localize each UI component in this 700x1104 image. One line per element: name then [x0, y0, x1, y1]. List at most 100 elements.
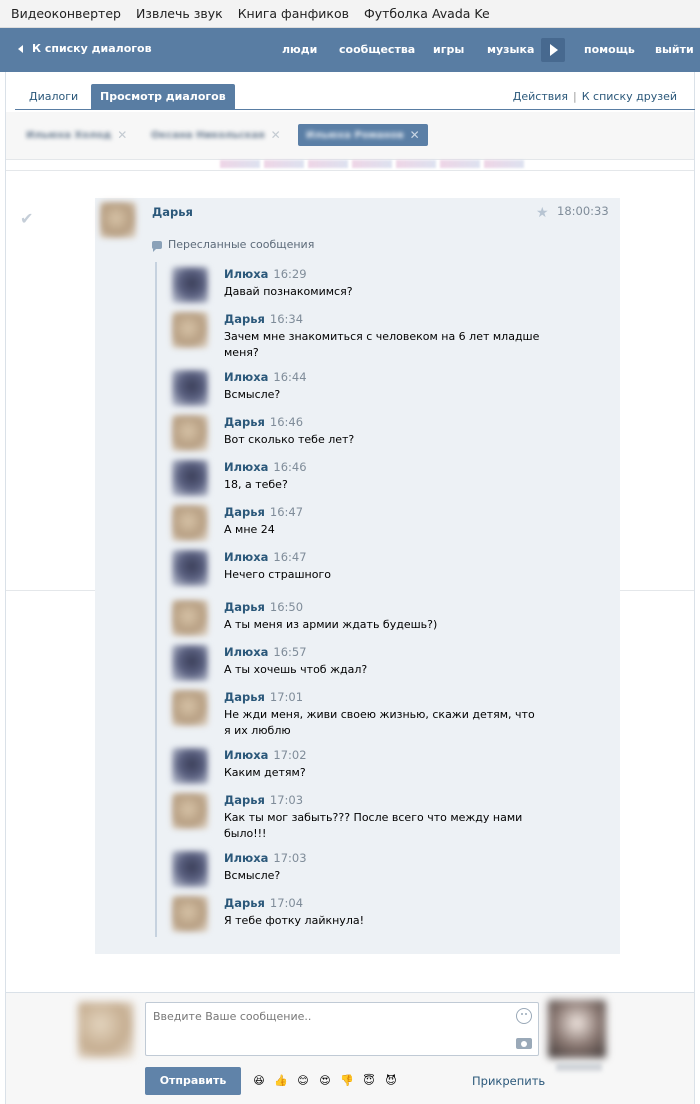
heart-eyes-emoji-icon[interactable]: 😍: [316, 1071, 334, 1089]
avatar[interactable]: [172, 793, 208, 829]
forwarded-text: А ты меня из армии ждать будешь?): [224, 618, 438, 631]
attach-link[interactable]: Прикрепить: [472, 1074, 545, 1088]
forwarded-author[interactable]: Дарья 17:01: [224, 690, 303, 704]
tab-view-dialogs[interactable]: Просмотр диалогов: [91, 84, 235, 110]
forwarded-line: [155, 262, 157, 937]
forwarded-text: Вот сколько тебе лет?: [224, 433, 355, 446]
smiley-icon[interactable]: [516, 1008, 532, 1024]
message-input[interactable]: Введите Ваше сообщение..: [145, 1002, 539, 1056]
close-icon[interactable]: ✕: [117, 128, 127, 142]
forwarded-text: Всмысле?: [224, 869, 281, 882]
devil-emoji-icon[interactable]: 😈: [382, 1071, 400, 1089]
avatar[interactable]: [172, 267, 208, 303]
avatar[interactable]: [100, 202, 136, 238]
my-avatar[interactable]: [78, 1002, 134, 1058]
tab-dialogs[interactable]: Диалоги: [20, 84, 87, 110]
forwarded-text: Всмысле?: [224, 388, 281, 401]
message-time: 18:00:33: [557, 204, 609, 218]
music-play-button[interactable]: [541, 38, 565, 62]
thumbs-down-emoji-icon[interactable]: 👎: [338, 1071, 356, 1089]
forwarded-text: А ты хочешь чтоб ждал?: [224, 663, 368, 676]
avatar[interactable]: [172, 370, 208, 406]
nav-communities[interactable]: сообщества: [339, 43, 415, 56]
chip-label: Ильюха Романов: [306, 129, 404, 141]
close-icon[interactable]: ✕: [271, 128, 281, 142]
back-to-dialogs-link[interactable]: К списку диалогов: [18, 42, 152, 55]
forwarded-author[interactable]: Илюха 16:47: [224, 550, 307, 564]
bookmark-item[interactable]: Книга фанфиков: [238, 6, 349, 21]
nav-music[interactable]: музыка: [487, 43, 534, 56]
forwarded-time: 16:46: [269, 415, 304, 429]
forwarded-time: 16:29: [273, 267, 307, 281]
bookmark-item[interactable]: Видеоконвертер: [11, 6, 121, 21]
dialog-chip[interactable]: Оксана Никольская ✕: [143, 124, 289, 146]
forwarded-author[interactable]: Илюха 16:44: [224, 370, 307, 384]
avatar[interactable]: [172, 645, 208, 681]
forwarded-time: 16:47: [269, 505, 304, 519]
send-button[interactable]: Отправить: [145, 1067, 241, 1095]
avatar[interactable]: [172, 505, 208, 541]
forwarded-label-text: Пересланные сообщения: [168, 238, 315, 251]
forwarded-author[interactable]: Дарья 17:03: [224, 793, 303, 807]
dialog-tabs: Диалоги Просмотр диалогов Действия | К спи…: [15, 84, 695, 110]
smile-emoji-icon[interactable]: 😊: [294, 1071, 312, 1089]
chip-label: Оксана Никольская: [151, 129, 265, 141]
nav-help[interactable]: помощь: [584, 43, 635, 56]
previous-message-attachments: [220, 160, 530, 170]
forwarded-author[interactable]: Дарья 16:34: [224, 312, 303, 326]
nav-logout[interactable]: выйти: [655, 43, 694, 56]
avatar[interactable]: [172, 896, 208, 932]
forwarded-author[interactable]: Илюха 16:29: [224, 267, 307, 281]
angel-emoji-icon[interactable]: 😇: [360, 1071, 378, 1089]
forwarded-author[interactable]: Илюха 16:46: [224, 460, 307, 474]
forwarded-author[interactable]: Илюха 17:03: [224, 851, 307, 865]
laughing-emoji-icon[interactable]: 😆: [250, 1071, 268, 1089]
forwarded-author[interactable]: Илюха 16:57: [224, 645, 307, 659]
message-author[interactable]: Дарья: [152, 205, 193, 219]
dialog-chip-selected[interactable]: Ильюха Романов ✕: [298, 124, 428, 146]
nav-games[interactable]: игры: [433, 43, 464, 56]
forwarded-time: 16:57: [273, 645, 307, 659]
chip-label: Ильюха Холод: [26, 129, 112, 141]
star-icon[interactable]: ★: [536, 205, 549, 221]
avatar[interactable]: [172, 690, 208, 726]
nav-people[interactable]: люди: [282, 43, 317, 56]
forwarded-author[interactable]: Дарья 17:04: [224, 896, 303, 910]
divider: [6, 170, 694, 171]
avatar[interactable]: [172, 550, 208, 586]
message-placeholder: Введите Ваше сообщение..: [153, 1010, 312, 1023]
friends-list-link[interactable]: К списку друзей: [582, 90, 677, 103]
close-icon[interactable]: ✕: [410, 128, 420, 142]
forwarded-text: Не жди меня, живи своею жизнью, скажи де…: [224, 708, 535, 737]
dialog-chip[interactable]: Ильюха Холод ✕: [18, 124, 135, 146]
avatar[interactable]: [172, 748, 208, 784]
avatar[interactable]: [172, 460, 208, 496]
forwarded-text: А мне 24: [224, 523, 275, 536]
forwarded-time: 17:03: [269, 793, 304, 807]
checkmark-icon[interactable]: ✔: [20, 211, 34, 227]
avatar[interactable]: [172, 312, 208, 348]
thumbs-up-emoji-icon[interactable]: 👍: [272, 1071, 290, 1089]
forwarded-time: 16:44: [273, 370, 307, 384]
actions-link[interactable]: Действия: [513, 90, 568, 103]
play-icon: [550, 44, 558, 56]
bookmark-item[interactable]: Футболка Avada Ke: [364, 6, 490, 21]
forwarded-time: 17:04: [269, 896, 304, 910]
avatar[interactable]: [172, 600, 208, 636]
forwarded-author[interactable]: Дарья 16:46: [224, 415, 303, 429]
forwarded-text: Как ты мог забыть??? После всего что меж…: [224, 811, 523, 840]
chevron-left-icon: [18, 44, 23, 53]
forwarded-author[interactable]: Илюха 17:02: [224, 748, 307, 762]
forwarded-time: 17:03: [273, 851, 307, 865]
peer-avatar[interactable]: [548, 1000, 606, 1058]
camera-icon[interactable]: [516, 1038, 532, 1049]
forwarded-time: 16:50: [269, 600, 304, 614]
forwarded-text: 18, а тебе?: [224, 478, 288, 491]
avatar[interactable]: [172, 415, 208, 451]
bookmark-item[interactable]: Извлечь звук: [136, 6, 223, 21]
forwarded-author[interactable]: Дарья 16:50: [224, 600, 303, 614]
forwarded-text: Давай познакомимся?: [224, 285, 353, 298]
peer-name-blurred: [556, 1063, 602, 1071]
forwarded-author[interactable]: Дарья 16:47: [224, 505, 303, 519]
avatar[interactable]: [172, 851, 208, 887]
